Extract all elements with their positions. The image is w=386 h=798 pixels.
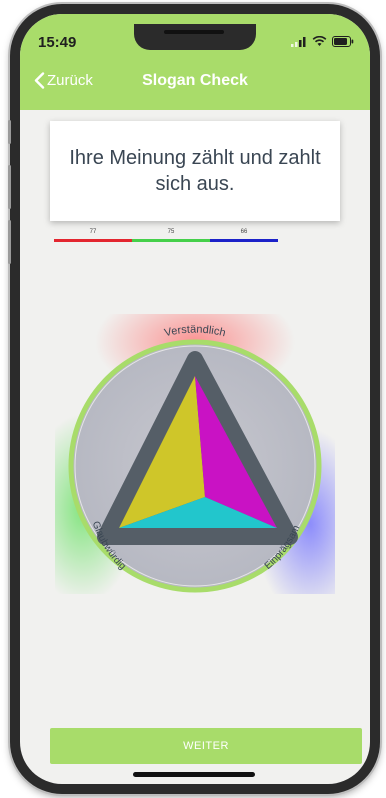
volume-up-button [8, 165, 11, 209]
volume-down-button [8, 220, 11, 264]
notch [134, 24, 256, 50]
slogan-text: Ihre Meinung zählt und zahlt sich aus. [69, 147, 321, 195]
status-icons [291, 36, 354, 47]
screen: 15:49 Zurück Slogan Check Ihre Meinung z… [20, 14, 370, 784]
score-credible: 75 [132, 229, 210, 245]
silent-switch [8, 120, 11, 144]
score-bar-green [132, 239, 210, 242]
continue-button[interactable]: WEITER [50, 728, 362, 764]
signal-icon [291, 36, 306, 47]
score-value: 77 [89, 229, 97, 235]
wifi-icon [312, 36, 327, 46]
score-understandable: 77 [54, 229, 132, 245]
score-memorable: 66 [210, 229, 278, 245]
status-time: 15:49 [38, 34, 77, 51]
score-bar-red [54, 239, 132, 242]
nav-title: Slogan Check [142, 72, 248, 89]
header: 15:49 Zurück Slogan Check [20, 14, 370, 110]
score-value: 75 [167, 229, 175, 235]
score-bar-blue [210, 239, 278, 242]
score-bars: 77 75 66 [54, 229, 279, 245]
battery-icon [332, 36, 354, 47]
rating-wheel[interactable]: Verständlich Glaubwürdig Einprägsam [55, 314, 335, 594]
score-value: 66 [240, 229, 248, 235]
speaker-grill [164, 30, 224, 34]
slogan-card: Ihre Meinung zählt und zahlt sich aus. [50, 121, 340, 221]
home-indicator [133, 772, 255, 777]
